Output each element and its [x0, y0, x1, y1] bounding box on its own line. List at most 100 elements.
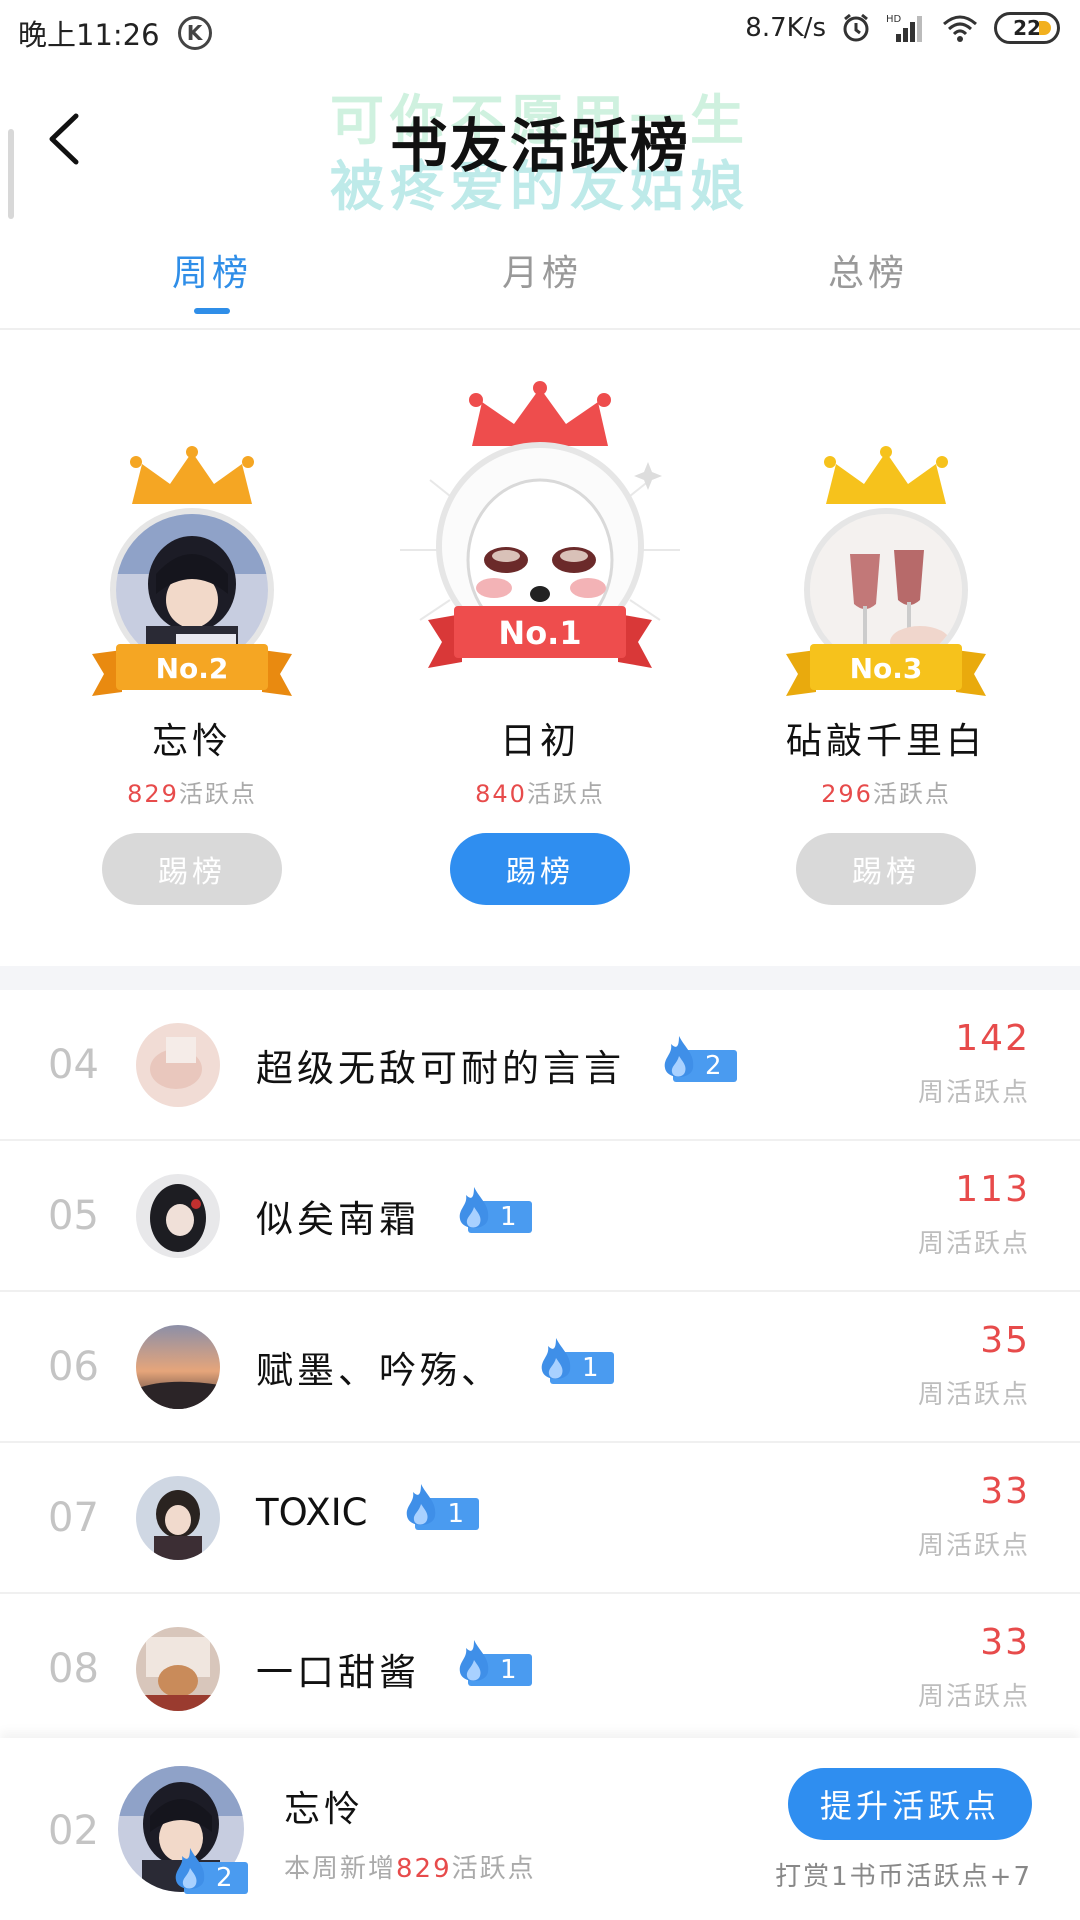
score-label: 周活跃点	[917, 1531, 1030, 1561]
status-bar: 晚上11:26 K 8.7K/s HD 22	[0, 0, 1080, 64]
podium-name-1: 日初	[499, 721, 580, 762]
level-number: 1	[500, 1655, 517, 1685]
my-weekly-summary: 本周新增829活跃点	[284, 1848, 536, 1885]
tab-total[interactable]: 总榜	[768, 244, 968, 296]
user-name: TOXIC	[256, 1491, 368, 1534]
flame-icon	[459, 1640, 489, 1681]
status-left: 晚上11:26 K	[18, 12, 212, 54]
page-title: 书友活跃榜	[389, 112, 690, 180]
avatar[interactable]	[136, 1174, 220, 1258]
list-item[interactable]: 06 赋墨、吟殇、 1 35 周活跃点	[0, 1292, 1080, 1443]
kick-button-1[interactable]: 踢榜	[450, 833, 630, 905]
rank-label-2: No.2	[156, 652, 229, 685]
weekly-score: 33	[980, 1622, 1030, 1663]
level-number: 1	[582, 1353, 599, 1383]
tab-weekly[interactable]: 周榜	[112, 244, 312, 296]
section-divider	[0, 966, 1080, 990]
summary-points: 829	[396, 1854, 452, 1884]
ranking-tabs: 周榜 月榜 总榜	[0, 226, 1080, 330]
podium-first: No.1 日初 840活跃点 踢榜	[400, 330, 680, 966]
list-item[interactable]: 07 TOXIC 1 33 周活跃点	[0, 1443, 1080, 1594]
my-rank-number: 02	[48, 1808, 99, 1854]
rank-label-1: No.1	[498, 614, 581, 652]
user-name: 超级无敌可耐的言言	[256, 1047, 625, 1090]
list-item[interactable]: 08 一口甜酱 1 33 周活跃点	[0, 1594, 1080, 1745]
name-group: 超级无敌可耐的言言 2	[256, 1036, 739, 1092]
flame-icon	[459, 1187, 489, 1228]
score-label: 周活跃点	[917, 1682, 1030, 1712]
weekly-score: 113	[955, 1169, 1030, 1210]
podium-points-1: 840活跃点	[410, 774, 670, 809]
user-name: 似矣南霜	[256, 1198, 420, 1241]
level-badge: 2	[170, 1848, 250, 1894]
podium-second: No.2 忘怜 829活跃点 踢榜	[62, 330, 322, 966]
rank-ribbon-1: No.1	[428, 606, 652, 668]
rank-number: 05	[48, 1193, 99, 1239]
rank-number: 07	[48, 1495, 99, 1541]
flame-icon	[541, 1338, 571, 1379]
level-badge: 2	[659, 1036, 739, 1082]
rank-number: 06	[48, 1344, 99, 1390]
podium-points-3: 296活跃点	[756, 774, 1016, 809]
boost-activity-button[interactable]: 提升活跃点	[788, 1768, 1032, 1840]
podium-third: No.3 砧敲千里白 296活跃点 踢榜	[756, 330, 1016, 966]
k-app-icon: K	[177, 16, 212, 50]
points-value: 296	[821, 780, 873, 808]
level-number: 2	[705, 1051, 722, 1081]
name-group: TOXIC 1	[256, 1483, 481, 1534]
points-value: 829	[127, 780, 179, 808]
avatar[interactable]	[136, 1023, 220, 1107]
crown-icon	[824, 446, 948, 504]
name-group: 赋墨、吟殇、 1	[256, 1338, 616, 1394]
user-name: 一口甜酱	[256, 1651, 420, 1694]
avatar[interactable]	[136, 1627, 220, 1711]
rank-number: 08	[48, 1646, 99, 1692]
status-right: 8.7K/s HD 22	[745, 12, 1060, 44]
level-badge: 1	[454, 1640, 534, 1686]
level-number: 1	[500, 1202, 517, 1232]
flame-icon	[175, 1848, 205, 1889]
rank-ribbon-3: No.3	[786, 644, 986, 696]
crown-icon	[130, 446, 254, 504]
rank-label-3: No.3	[850, 652, 923, 685]
tab-monthly[interactable]: 月榜	[442, 244, 642, 296]
weekly-score: 33	[980, 1471, 1030, 1512]
active-tab-indicator	[194, 308, 230, 314]
kick-button-3[interactable]: 踢榜	[796, 833, 976, 905]
rank-list: 04 超级无敌可耐的言言 2 142 周活跃点 05 似矣南霜 1 113 周活…	[0, 990, 1080, 1745]
rank-number: 04	[48, 1042, 99, 1088]
alarm-icon	[840, 12, 872, 44]
podium-points-2: 829活跃点	[62, 774, 322, 809]
score-label: 周活跃点	[917, 1380, 1030, 1410]
podium: No.2 忘怜 829活跃点 踢榜 No.1 日初 840活跃点 踢榜 No.3…	[0, 330, 1080, 966]
level-badge: 1	[454, 1187, 534, 1233]
header: 可你不愿用一生 被疼爱的友姑娘 书友活跃榜	[0, 64, 1080, 219]
points-suffix: 活跃点	[526, 780, 605, 808]
level-number: 1	[447, 1498, 464, 1529]
flame-icon	[664, 1036, 694, 1077]
name-group: 一口甜酱 1	[256, 1640, 534, 1696]
points-value: 840	[475, 780, 527, 808]
flame-icon	[407, 1483, 436, 1525]
my-rank-bar: 02 2 忘怜 本周新增829活跃点 提升活跃点 打赏1书币活跃点+7	[0, 1738, 1080, 1920]
points-suffix: 活跃点	[178, 780, 257, 808]
my-name: 忘怜	[284, 1789, 365, 1830]
signal-icon: HD	[886, 12, 926, 44]
reward-note: 打赏1书币活跃点+7	[775, 1862, 1032, 1892]
level-badge: 1	[536, 1338, 616, 1384]
list-item[interactable]: 05 似矣南霜 1 113 周活跃点	[0, 1141, 1080, 1292]
podium-name-2: 忘怜	[151, 721, 232, 762]
level-badge: 1	[401, 1483, 481, 1530]
score-label: 周活跃点	[917, 1078, 1030, 1108]
list-item[interactable]: 04 超级无敌可耐的言言 2 142 周活跃点	[0, 990, 1080, 1141]
score-label: 周活跃点	[917, 1229, 1030, 1259]
status-time: 晚上11:26	[18, 18, 160, 52]
avatar[interactable]	[136, 1325, 220, 1409]
kick-button-2[interactable]: 踢榜	[102, 833, 282, 905]
points-suffix: 活跃点	[872, 780, 951, 808]
level-number: 2	[216, 1863, 233, 1893]
avatar[interactable]	[136, 1476, 220, 1560]
battery-indicator: 22	[994, 12, 1060, 44]
hd-label: HD	[886, 14, 902, 25]
weekly-score: 35	[980, 1320, 1030, 1361]
